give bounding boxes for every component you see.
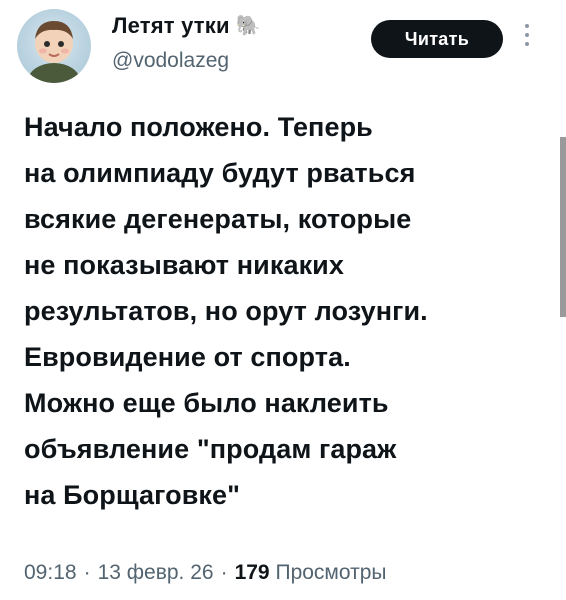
views-count: 179 (234, 561, 270, 584)
views-label: Просмотры (275, 561, 387, 584)
scrollbar[interactable] (560, 137, 566, 317)
tweet-line: Можно еще было наклеить (24, 388, 389, 418)
author-name-row[interactable]: Летят утки 🐘 (112, 13, 261, 39)
tweet-line: на олимпиаду будут рваться (24, 158, 416, 188)
tweet-line: Начало положено. Теперь (24, 112, 373, 142)
read-button[interactable]: Читать (371, 20, 503, 58)
author-display-name[interactable]: Летят утки (112, 13, 230, 39)
tweet-time[interactable]: 09:18 (24, 561, 77, 584)
meta-separator: · (220, 561, 228, 584)
tweet-date[interactable]: 13 февр. 26 (98, 561, 214, 584)
tweet-line: объявление "продам гараж (24, 434, 397, 464)
avatar-image (28, 21, 80, 83)
tweet-meta: 09:18 · 13 февр. 26 · 179 Просмотры (24, 561, 386, 585)
tweet-line: на Борщаговке" (24, 480, 241, 510)
tweet-text: Начало положено. Теперь на олимпиаду буд… (24, 104, 554, 518)
tweet-line: не показывают никаких (24, 250, 344, 280)
avatar[interactable] (17, 9, 91, 83)
elephant-icon: 🐘 (235, 15, 261, 37)
more-options-icon[interactable] (522, 24, 532, 52)
tweet-line: Евровидение от спорта. (24, 342, 351, 372)
tweet-line: результатов, но орут лозунги. (24, 296, 428, 326)
tweet-line: всякие дегенераты, которые (24, 204, 412, 234)
author-handle[interactable]: @vodolazeg (112, 49, 229, 73)
meta-separator: · (83, 561, 91, 584)
